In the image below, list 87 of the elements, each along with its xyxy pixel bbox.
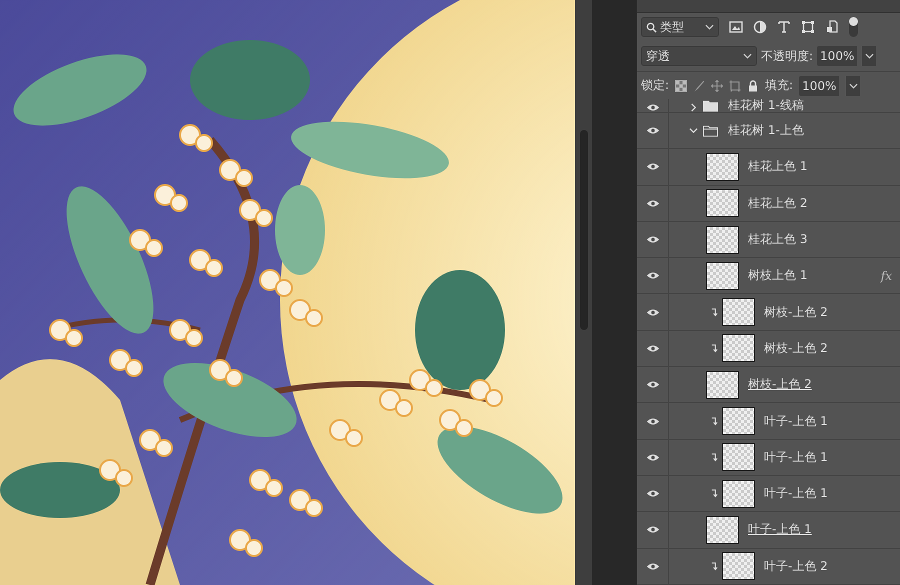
layer-thumbnail [706, 262, 739, 290]
layer-thumbnail [706, 516, 739, 544]
type-filter-icon[interactable] [777, 20, 791, 34]
folder-icon [703, 100, 718, 112]
layer-thumbnail [706, 152, 739, 181]
chevron-icon [743, 53, 752, 59]
fill-dropdown-button[interactable] [845, 76, 860, 96]
adjustment-filter-icon[interactable] [753, 20, 767, 34]
eye-icon[interactable] [646, 380, 660, 390]
eye-icon[interactable] [646, 308, 660, 317]
layer-row[interactable]: 树枝-上色 2 [637, 367, 900, 404]
layer-row[interactable]: 桂花树 1-上色 [637, 113, 900, 150]
lock-label: 锁定: [641, 77, 670, 94]
layer-row[interactable]: 叶子-上色 1 [637, 403, 900, 440]
eye-icon[interactable] [646, 344, 660, 353]
blend-mode-label: 穿透 [646, 48, 671, 64]
layer-thumbnail [722, 443, 755, 472]
eye-icon[interactable] [646, 562, 660, 571]
layer-thumbnail [706, 226, 739, 254]
layer-thumbnail [722, 552, 755, 580]
filter-label: 类型 [660, 18, 685, 36]
image-filter-icon[interactable] [729, 20, 743, 34]
layer-row[interactable]: 树枝-上色 2 [637, 294, 900, 331]
move-icon[interactable] [711, 80, 724, 92]
layer-thumbnail [722, 407, 755, 436]
brush-icon[interactable] [693, 80, 706, 92]
layer-thumbnail [722, 298, 755, 326]
smart-object-filter-icon[interactable] [825, 20, 839, 34]
scrollbar-thumb[interactable] [580, 130, 588, 330]
chevron-icon[interactable] [689, 103, 698, 112]
eye-icon[interactable] [646, 103, 660, 112]
opacity-field[interactable]: 100% [817, 46, 858, 66]
fill-field[interactable]: 100% [799, 76, 840, 96]
shape-filter-icon[interactable] [801, 20, 815, 34]
fill-label: 填充: [765, 77, 794, 94]
eye-icon[interactable] [646, 126, 660, 136]
filter-toggle[interactable] [849, 17, 858, 37]
chevron-icon [705, 24, 714, 30]
layer-thumbnail [722, 334, 755, 362]
filter-dropdown[interactable]: 类型 [641, 17, 719, 37]
eye-icon[interactable] [646, 416, 660, 426]
layer-row[interactable]: 树枝-上色 2 [637, 330, 900, 368]
layer-row[interactable]: 桂花树 1-线稿 [637, 99, 900, 113]
lock-icon[interactable] [747, 80, 760, 92]
layer-row[interactable]: 树枝上色 1 fx [637, 258, 900, 294]
layer-row[interactable]: 桂花上色 2 [637, 186, 900, 222]
layer-row[interactable]: 桂花上色 1 [637, 149, 900, 186]
eye-icon[interactable] [646, 452, 660, 462]
layer-name: 叶子-上色 2 [764, 558, 828, 575]
chevron-icon[interactable] [689, 126, 698, 136]
artboard-icon[interactable] [729, 80, 742, 92]
layer-name: 树枝-上色 2 [764, 304, 828, 321]
layer-row[interactable]: 叶子-上色 1 [637, 476, 900, 512]
eye-icon[interactable] [646, 235, 660, 244]
layer-name: 树枝上色 1 [748, 267, 808, 284]
eye-icon[interactable] [646, 271, 660, 280]
layer-name: 桂花树 1-线稿 [728, 99, 804, 112]
chevron-icon [848, 82, 858, 88]
layer-name: 叶子-上色 1 [764, 412, 828, 430]
folder-icon [703, 124, 718, 137]
layer-name: 桂花树 1-上色 [728, 124, 804, 138]
opacity-label: 不透明度: [761, 48, 814, 64]
blend-mode-dropdown[interactable]: 穿透 [641, 46, 757, 66]
layer-name: 叶子-上色 1 [748, 521, 812, 538]
layer-name: 桂花上色 3 [748, 231, 808, 248]
layer-thumbnail [722, 480, 755, 508]
eye-icon[interactable] [646, 162, 660, 172]
layer-name: 叶子-上色 1 [764, 448, 828, 466]
search-icon [646, 22, 657, 32]
layer-name: 桂花上色 2 [748, 194, 808, 212]
layer-row[interactable]: 叶子-上色 2 [637, 548, 900, 585]
eye-icon[interactable] [646, 198, 660, 208]
eye-icon[interactable] [646, 525, 660, 534]
layer-name: 桂花上色 1 [748, 158, 808, 176]
layer-name: 叶子-上色 1 [764, 485, 828, 502]
layer-row[interactable]: 桂花上色 3 [637, 222, 900, 258]
layer-thumbnail [706, 189, 739, 218]
eye-icon[interactable] [646, 489, 660, 498]
layer-name: 树枝-上色 2 [748, 376, 812, 394]
effects-label: fx [880, 268, 892, 283]
layer-name: 树枝-上色 2 [764, 340, 828, 357]
lock-transparency-icon[interactable] [675, 80, 688, 92]
opacity-dropdown-button[interactable] [861, 46, 876, 66]
chevron-icon [864, 53, 874, 59]
layer-row[interactable]: 叶子-上色 1 [637, 512, 900, 549]
layer-thumbnail [706, 370, 739, 399]
layer-row[interactable]: 叶子-上色 1 [637, 440, 900, 476]
